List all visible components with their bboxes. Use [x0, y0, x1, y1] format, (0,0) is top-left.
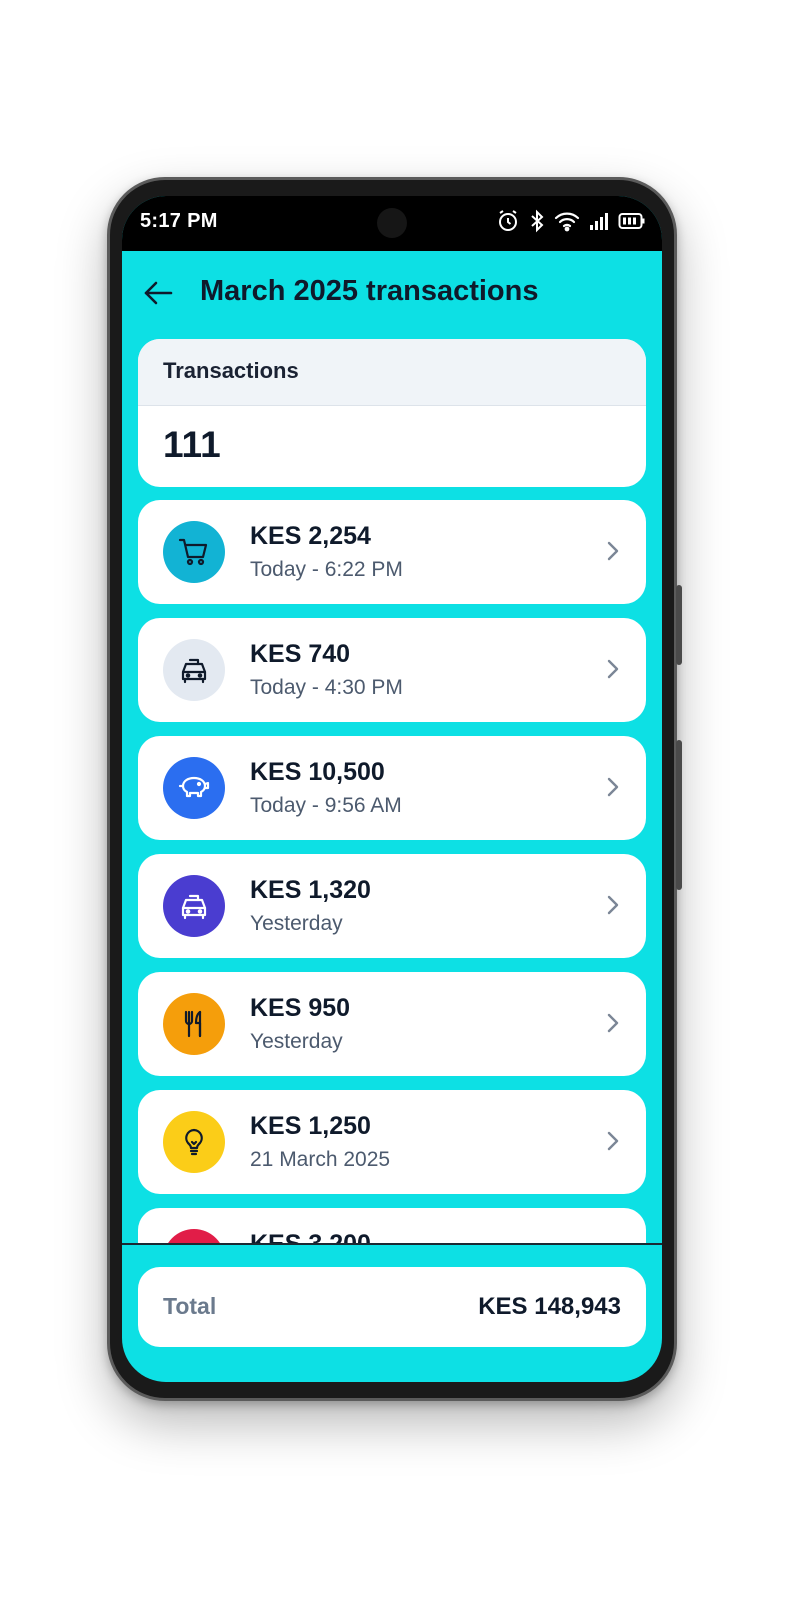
summary-label: Transactions — [138, 339, 646, 406]
list-divider — [122, 1243, 662, 1245]
total-label: Total — [163, 1293, 217, 1319]
app-bar: March 2025 transactions — [122, 251, 662, 339]
total-value: KES 148,943 — [478, 1293, 621, 1320]
category-icon — [163, 1229, 225, 1243]
transaction-date: 21 March 2025 — [250, 1148, 391, 1171]
power-button — [676, 740, 682, 890]
bluetooth-icon — [528, 209, 546, 233]
transaction-date: Yesterday — [250, 912, 343, 935]
status-icons — [496, 209, 646, 233]
transaction-item[interactable]: KES 3,200 — [138, 1208, 646, 1243]
transaction-amount: KES 3,200 — [250, 1230, 371, 1243]
transaction-item[interactable]: KES 950 Yesterday — [138, 972, 646, 1076]
chevron-right-icon — [607, 777, 619, 797]
taxi-icon — [163, 875, 225, 937]
transaction-amount: KES 1,320 — [250, 876, 371, 904]
transaction-amount: KES 2,254 — [250, 522, 371, 550]
chevron-right-icon — [607, 659, 619, 679]
cart-icon — [163, 521, 225, 583]
transaction-item[interactable]: KES 1,250 21 March 2025 — [138, 1090, 646, 1194]
taxi-icon — [163, 639, 225, 701]
chevron-right-icon — [607, 1013, 619, 1033]
transaction-date: Today - 6:22 PM — [250, 558, 403, 581]
transaction-date: Yesterday — [250, 1030, 343, 1053]
lightbulb-icon — [163, 1111, 225, 1173]
chevron-right-icon — [607, 1131, 619, 1151]
transaction-amount: KES 10,500 — [250, 758, 385, 786]
transaction-date: Today - 4:30 PM — [250, 676, 403, 699]
transactions-summary-card: Transactions 111 — [138, 339, 646, 487]
transaction-item[interactable]: KES 1,320 Yesterday — [138, 854, 646, 958]
utensils-icon — [163, 993, 225, 1055]
volume-button — [676, 585, 682, 665]
status-bar: 5:17 PM — [122, 196, 662, 251]
status-time: 5:17 PM — [140, 210, 218, 232]
transactions-list[interactable]: KES 2,254 Today - 6:22 PM KES 740 Today … — [122, 500, 662, 1243]
chevron-right-icon — [607, 895, 619, 915]
arrow-left-icon — [144, 281, 173, 305]
transaction-item[interactable]: KES 10,500 Today - 9:56 AM — [138, 736, 646, 840]
battery-icon — [618, 211, 646, 231]
piggy-bank-icon — [163, 757, 225, 819]
total-card: Total KES 148,943 — [138, 1267, 646, 1347]
phone-screen: 5:17 PM March 2025 transactions Transact… — [122, 196, 662, 1382]
transaction-item[interactable]: KES 740 Today - 4:30 PM — [138, 618, 646, 722]
wifi-icon — [554, 210, 580, 232]
transaction-amount: KES 1,250 — [250, 1112, 371, 1140]
transaction-amount: KES 740 — [250, 640, 351, 668]
transaction-item[interactable]: KES 2,254 Today - 6:22 PM — [138, 500, 646, 604]
transaction-amount: KES 950 — [250, 994, 351, 1022]
transaction-date: Today - 9:56 AM — [250, 794, 402, 817]
chevron-right-icon — [607, 541, 619, 561]
page-title: March 2025 transactions — [200, 275, 539, 307]
back-button[interactable] — [138, 273, 178, 313]
front-camera — [377, 208, 407, 238]
alarm-icon — [496, 209, 520, 233]
transactions-count: 111 — [163, 424, 221, 465]
signal-icon — [588, 210, 610, 232]
